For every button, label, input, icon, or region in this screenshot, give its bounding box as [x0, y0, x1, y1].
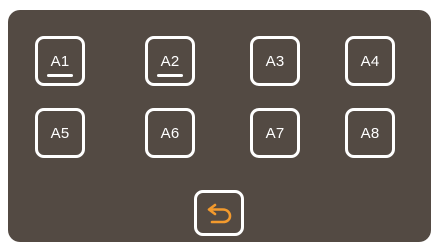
- return-arrow-svg: [207, 203, 232, 224]
- key-label: A7: [265, 124, 285, 142]
- key-label: A2: [160, 52, 180, 70]
- active-indicator: [157, 74, 183, 77]
- key-grid: A1 A2 A3 A4 A5 A6 A7 A8: [8, 10, 431, 242]
- return-arrow-icon: [205, 202, 233, 224]
- key-a7[interactable]: A7: [250, 108, 300, 158]
- key-a1[interactable]: A1: [35, 36, 85, 86]
- key-a3[interactable]: A3: [250, 36, 300, 86]
- key-a6[interactable]: A6: [145, 108, 195, 158]
- key-label: A1: [50, 52, 70, 70]
- key-label: A4: [360, 52, 380, 70]
- active-indicator: [47, 74, 73, 77]
- key-a5[interactable]: A5: [35, 108, 85, 158]
- key-a4[interactable]: A4: [345, 36, 395, 86]
- back-button[interactable]: [194, 190, 244, 236]
- key-a8[interactable]: A8: [345, 108, 395, 158]
- key-label: A5: [50, 124, 70, 142]
- keypad-panel: A1 A2 A3 A4 A5 A6 A7 A8: [8, 10, 431, 242]
- key-label: A8: [360, 124, 380, 142]
- key-a2[interactable]: A2: [145, 36, 195, 86]
- key-label: A3: [265, 52, 285, 70]
- key-label: A6: [160, 124, 180, 142]
